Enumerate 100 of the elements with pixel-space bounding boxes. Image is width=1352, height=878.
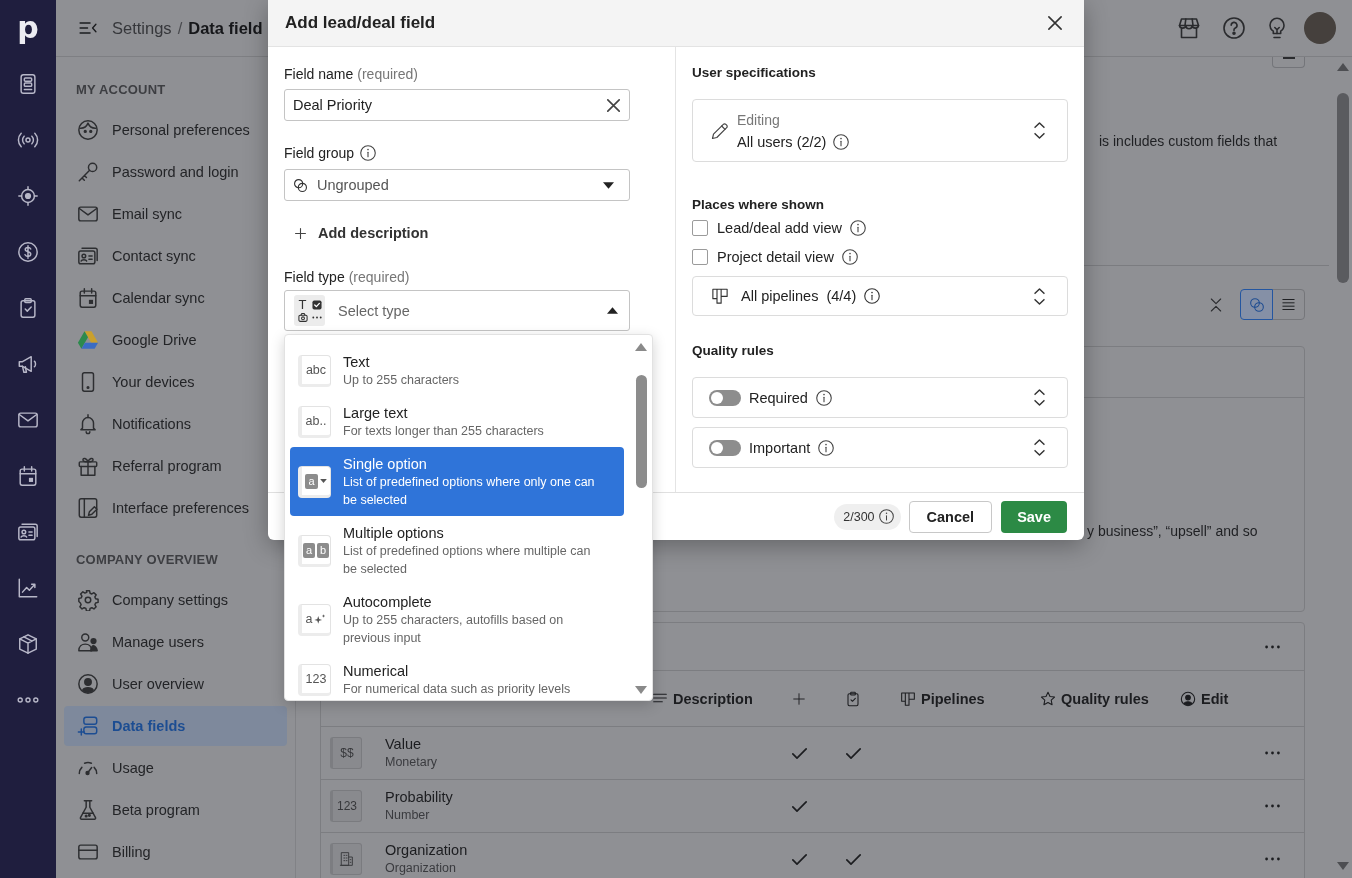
type-tile: ab..	[298, 406, 331, 438]
info-icon[interactable]	[878, 509, 894, 524]
rule-select[interactable]: Important	[692, 427, 1068, 468]
toolbar-button[interactable]	[1272, 57, 1305, 68]
sidebar-item[interactable]: Email sync	[64, 194, 287, 234]
column-header[interactable]: Pipelines	[921, 690, 985, 707]
type-option[interactable]: abc Text Up to 255 characters	[290, 345, 624, 396]
toggle-switch[interactable]	[709, 389, 741, 406]
view-toggle-button[interactable]	[1240, 289, 1273, 320]
sidebar-item[interactable]: User overview	[64, 664, 287, 704]
pencil-icon	[710, 120, 730, 141]
app-logo[interactable]: p	[17, 13, 39, 43]
dollar-icon[interactable]	[17, 241, 39, 263]
sidebar-item[interactable]: Interface preferences	[64, 488, 287, 528]
cancel-button[interactable]: Cancel	[908, 500, 993, 533]
rule-select[interactable]: Required	[692, 377, 1068, 418]
sidebar-item[interactable]: Beta program	[64, 790, 287, 830]
breadcrumb-separator: /	[177, 18, 183, 38]
info-icon[interactable]	[849, 220, 866, 236]
contact-card-icon[interactable]	[17, 521, 39, 543]
type-option[interactable]: 123 Numerical For numerical data such as priority levels	[290, 654, 624, 700]
group-icon	[293, 177, 308, 193]
plus-icon	[295, 227, 306, 239]
group-select[interactable]: Ungrouped	[284, 169, 630, 201]
clipboard-check-icon[interactable]	[17, 297, 39, 319]
column-header[interactable]: Quality rules	[1061, 690, 1149, 707]
type-option[interactable]: a Single option List of predefined options where only one can be selected	[290, 447, 624, 516]
pipelines-select[interactable]: All pipelines (4/4)	[692, 276, 1068, 316]
column-header[interactable]: Description	[673, 690, 753, 707]
info-icon[interactable]	[818, 439, 835, 456]
letter-label: a	[305, 612, 313, 626]
target-icon[interactable]	[17, 185, 39, 207]
info-icon[interactable]	[864, 288, 881, 304]
pen-panel-icon	[77, 497, 99, 519]
more-icon[interactable]	[1265, 644, 1280, 649]
type-option[interactable]: a b Multiple options List of predefined options where multiple can be selected	[290, 516, 624, 585]
sidebar-item[interactable]: Manage users	[64, 622, 287, 662]
save-button[interactable]: Save	[1001, 500, 1067, 533]
sidebar-item[interactable]: Company settings	[64, 580, 287, 620]
data-fields-icon	[77, 715, 99, 737]
up-down-icon	[1034, 439, 1045, 456]
field-label: Field type	[284, 268, 345, 286]
document-list-icon[interactable]	[17, 73, 39, 95]
editing-select[interactable]: Editing All users (2/2)	[692, 99, 1068, 162]
required-note: (required)	[348, 268, 410, 286]
more-icon[interactable]	[1265, 804, 1280, 808]
sidebar-item[interactable]: Usage	[64, 748, 287, 788]
card-text: y business”, “upsell” and so	[1087, 523, 1258, 539]
type-select[interactable]: T Select type	[284, 290, 630, 331]
view-toggle-button[interactable]	[1272, 289, 1305, 320]
collapse-icon[interactable]	[1208, 296, 1224, 313]
sidebar-item[interactable]: Google Drive	[64, 320, 287, 360]
more-icon[interactable]	[1265, 751, 1280, 755]
section-title: COMPANY OVERVIEW	[75, 551, 219, 569]
add-description-button[interactable]: Add description	[284, 217, 439, 249]
calendar-icon[interactable]	[17, 465, 39, 487]
help-icon[interactable]	[1222, 16, 1246, 40]
box-icon[interactable]	[17, 633, 39, 655]
list-icon	[1281, 297, 1296, 312]
dots-icon	[311, 316, 322, 319]
scroll-up-icon[interactable]	[1336, 63, 1349, 71]
chart-icon[interactable]	[17, 577, 39, 599]
up-down-icon	[1034, 287, 1045, 305]
option-description: For texts longer than 255 characters	[343, 423, 544, 440]
field-label: Field group	[284, 144, 355, 162]
scrollbar-thumb[interactable]	[635, 375, 647, 488]
type-tile: $$	[330, 737, 362, 769]
scrollbar-thumb[interactable]	[1336, 93, 1349, 283]
store-icon[interactable]	[1177, 16, 1201, 40]
info-icon[interactable]	[841, 249, 858, 265]
info-icon[interactable]	[815, 389, 832, 406]
checkbox[interactable]	[692, 249, 708, 265]
mail-icon[interactable]	[17, 409, 39, 431]
option-description: Up to 255 characters	[343, 372, 460, 389]
field-name-input[interactable]: Deal Priority	[284, 89, 630, 121]
user-avatar[interactable]	[1304, 12, 1336, 44]
sidebar-item[interactable]: Billing	[64, 832, 287, 872]
scroll-down-icon[interactable]	[1336, 862, 1349, 870]
close-icon[interactable]	[1048, 16, 1062, 30]
letter-label: T	[298, 298, 307, 311]
sidebar-item[interactable]: Referral program	[64, 446, 287, 486]
sidebar-item[interactable]: Notifications	[64, 404, 287, 444]
section-heading: Quality rules	[692, 342, 775, 360]
info-icon[interactable]	[360, 145, 377, 161]
checkbox-label: Lead/deal add view	[717, 220, 842, 236]
toggle-switch[interactable]	[709, 439, 741, 456]
more-icon[interactable]	[17, 697, 39, 703]
column-header[interactable]: Edit	[1201, 690, 1229, 707]
checkbox[interactable]	[692, 220, 708, 236]
scroll-down-icon[interactable]	[635, 686, 647, 694]
scroll-up-icon[interactable]	[635, 343, 647, 351]
gift-icon	[77, 455, 99, 477]
type-option[interactable]: ab.. Large text For texts longer than 255 characters	[290, 396, 624, 447]
more-icon[interactable]	[1265, 857, 1280, 861]
breadcrumb-link[interactable]: Settings	[112, 18, 172, 38]
clear-icon[interactable]	[607, 98, 620, 112]
sidebar-item[interactable]: Your devices	[64, 362, 287, 402]
megaphone-icon[interactable]	[17, 353, 39, 375]
type-option[interactable]: a Autocomplete Up to 255 characters, autofills based on previous input	[290, 585, 624, 654]
info-icon[interactable]	[833, 133, 850, 150]
